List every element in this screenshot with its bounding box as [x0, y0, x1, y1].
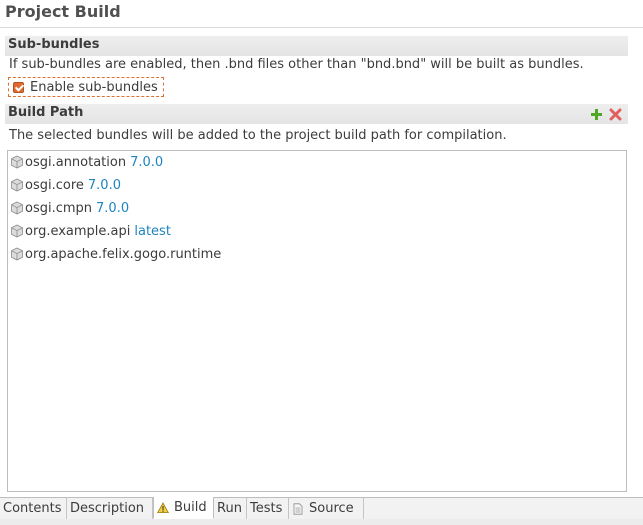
add-icon[interactable] — [589, 107, 603, 121]
status-strip — [0, 519, 643, 525]
list-item[interactable]: org.apache.felix.gogo.runtime — [10, 244, 225, 264]
tab-description[interactable]: Description — [67, 498, 153, 519]
bundle-icon — [11, 201, 23, 215]
bundle-name: osgi.annotation — [25, 154, 127, 170]
enable-sub-bundles-checkbox[interactable]: Enable sub-bundles — [8, 77, 164, 97]
bundle-version: 7.0.0 — [87, 177, 121, 193]
tab-tests[interactable]: Tests — [247, 498, 289, 519]
tab-contents[interactable]: Contents — [0, 498, 67, 519]
bundle-icon — [11, 224, 23, 238]
cross-icon — [609, 108, 621, 120]
editor-tabs: Contents Description Build Run Tests Sou… — [0, 497, 643, 520]
checkbox-checked-icon[interactable] — [13, 81, 24, 93]
list-item[interactable]: osgi.annotation 7.0.0 — [10, 152, 163, 172]
document-icon — [293, 502, 303, 515]
tab-run[interactable]: Run — [214, 498, 247, 519]
bundle-name: osgi.cmpn — [25, 200, 93, 216]
plus-icon — [590, 108, 602, 120]
sub-bundles-section-header[interactable]: Sub-bundles — [5, 36, 628, 56]
bundle-name: org.example.api — [25, 223, 131, 239]
list-item[interactable]: osgi.cmpn 7.0.0 — [10, 198, 129, 218]
sub-bundles-description: If sub-bundles are enabled, then .bnd fi… — [9, 57, 584, 72]
tab-label: Run — [217, 501, 242, 516]
bundle-name: osgi.core — [25, 177, 84, 193]
tab-label: Description — [70, 501, 145, 516]
bundle-version: 7.0.0 — [96, 200, 130, 216]
tab-label: Source — [309, 501, 354, 516]
bundle-icon — [11, 178, 23, 192]
sub-bundles-section-title: Sub-bundles — [8, 37, 100, 52]
warning-icon — [157, 501, 169, 513]
build-path-description: The selected bundles will be added to th… — [9, 128, 507, 143]
bundle-icon — [11, 155, 23, 169]
tab-label: Contents — [3, 501, 62, 516]
bundle-name: org.apache.felix.gogo.runtime — [25, 246, 222, 262]
enable-sub-bundles-label: Enable sub-bundles — [30, 79, 158, 95]
tab-label: Build — [174, 500, 207, 515]
remove-icon[interactable] — [608, 107, 622, 121]
build-path-section-header[interactable]: Build Path — [5, 104, 628, 124]
build-path-section-title: Build Path — [8, 105, 84, 120]
bundle-list[interactable]: osgi.annotation 7.0.0 osgi.core 7.0.0 os… — [7, 150, 627, 492]
tab-build[interactable]: Build — [153, 497, 214, 519]
tab-label: Tests — [250, 501, 283, 516]
tab-source[interactable]: Source — [289, 498, 364, 519]
build-editor: Project Build Sub-bundles If sub-bundles… — [0, 0, 643, 525]
list-item[interactable]: osgi.core 7.0.0 — [10, 175, 121, 195]
bundle-version: 7.0.0 — [130, 154, 164, 170]
bundle-icon — [11, 247, 23, 261]
page-title: Project Build — [5, 2, 121, 21]
list-item[interactable]: org.example.api latest — [10, 221, 171, 241]
title-bar: Project Build — [0, 0, 643, 28]
bundle-version: latest — [134, 223, 171, 239]
